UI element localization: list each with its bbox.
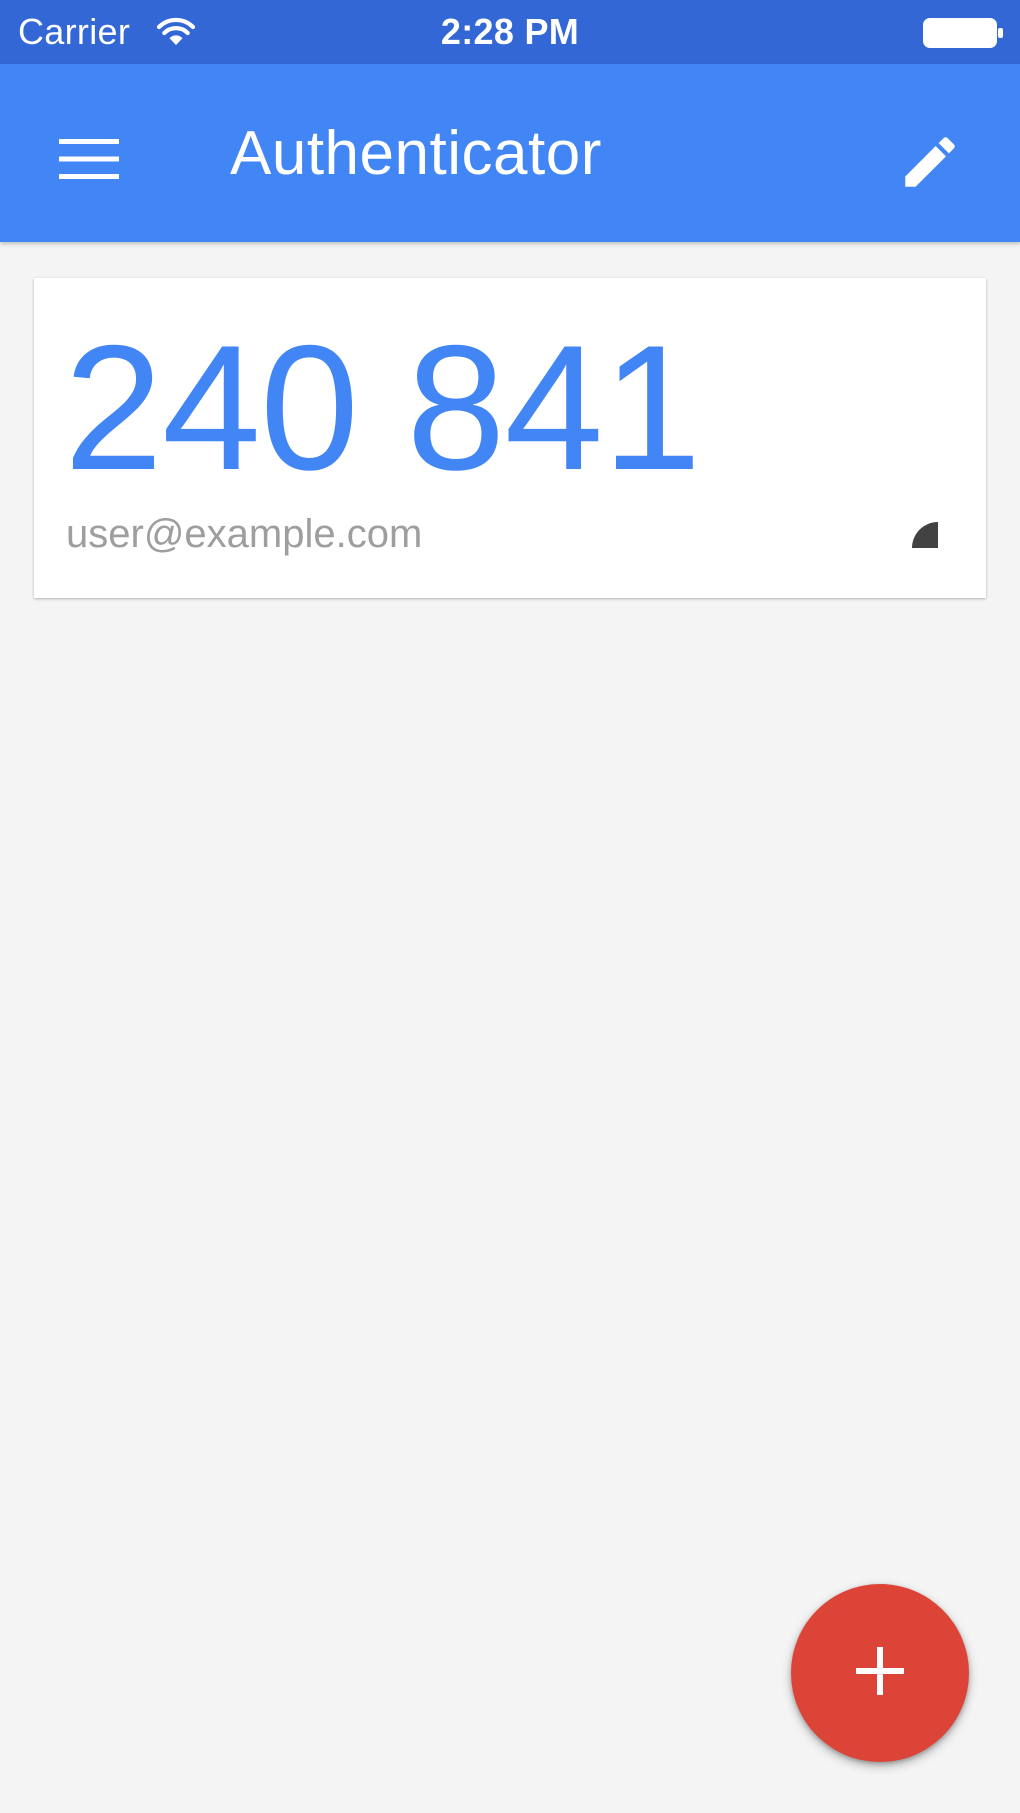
status-bar: Carrier 2:28 PM [0,0,1020,64]
menu-button[interactable] [46,118,132,204]
hamburger-menu-icon [59,137,119,186]
account-email: user@example.com [66,512,423,556]
edit-button[interactable] [882,116,978,212]
app-title: Authenticator [230,119,602,188]
account-card[interactable]: 240 841 user@example.com [34,278,986,598]
otp-code: 240 841 [64,308,701,507]
plus-icon [854,1645,906,1702]
pencil-edit-icon [897,129,963,200]
status-time: 2:28 PM [440,11,580,52]
countdown-wedge [912,522,938,548]
add-account-button[interactable] [791,1584,969,1762]
app-bar: Authenticator [0,64,1020,242]
